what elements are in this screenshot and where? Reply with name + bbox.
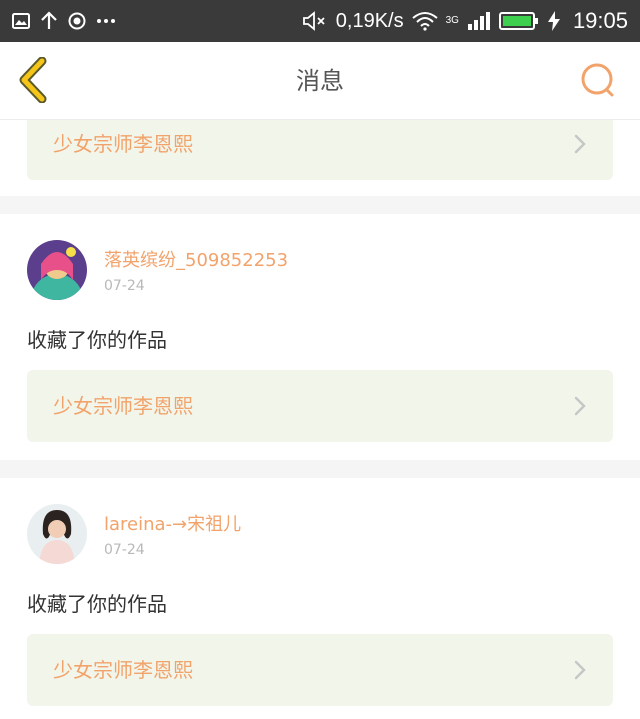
search-icon: [581, 63, 614, 97]
username-link[interactable]: 落英缤纷_509852253: [104, 246, 288, 272]
work-title: 少女宗师李恩熙: [53, 394, 193, 418]
charging-icon: [547, 11, 560, 31]
wifi-icon: [411, 12, 438, 31]
battery-icon: [498, 12, 538, 30]
clock-time: 19:05: [572, 8, 628, 33]
chevron-right-icon: [574, 134, 586, 154]
message-date: 07-24: [104, 278, 145, 294]
message-list[interactable]: 少女宗师李恩熙 落英缤纷_509852253 07-24 收藏了你的作品 少女宗…: [0, 120, 640, 719]
search-button[interactable]: [578, 60, 618, 100]
work-card[interactable]: 少女宗师李恩熙: [27, 370, 613, 442]
list-item: 落英缤纷_509852253 07-24 收藏了你的作品 少女宗师李恩熙: [0, 214, 640, 460]
network-type: 3G: [445, 15, 459, 26]
upload-icon: [41, 11, 57, 29]
chevron-right-icon: [574, 396, 586, 416]
avatar[interactable]: [27, 240, 87, 300]
message-date: 07-24: [104, 542, 145, 558]
message-action: 收藏了你的作品: [27, 328, 167, 352]
message-action: 收藏了你的作品: [27, 592, 167, 616]
record-icon: [68, 12, 86, 30]
username-link[interactable]: lareina-→宋祖儿: [104, 510, 241, 536]
more-icon: [97, 19, 115, 23]
chevron-right-icon: [574, 660, 586, 680]
status-bar-left: [12, 11, 116, 31]
page-title: 消息: [296, 67, 344, 95]
work-title: 少女宗师李恩熙: [53, 132, 193, 156]
network-speed: 0,19K/s: [335, 9, 404, 32]
signal-icon: [467, 12, 490, 30]
work-title: 少女宗师李恩熙: [53, 658, 193, 682]
list-item: 少女宗师李恩熙: [0, 120, 640, 196]
status-bar-right: 0,19K/s 3G 19:05: [302, 8, 628, 34]
work-card[interactable]: 少女宗师李恩熙: [27, 120, 613, 180]
list-item: lareina-→宋祖儿 07-24 收藏了你的作品 少女宗师李恩熙: [0, 478, 640, 719]
app-header: 消息: [0, 42, 640, 120]
image-icon: [12, 13, 30, 29]
status-bar: 0,19K/s 3G 19:05: [0, 0, 640, 42]
work-card[interactable]: 少女宗师李恩熙: [27, 634, 613, 706]
avatar[interactable]: [27, 504, 87, 564]
mute-icon: [302, 11, 325, 31]
